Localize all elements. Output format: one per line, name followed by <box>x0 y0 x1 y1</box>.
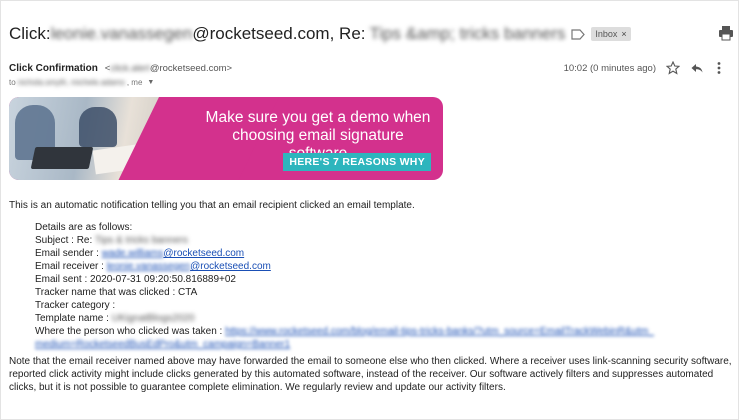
to-prefix: to <box>9 78 16 87</box>
more-vertical-icon[interactable] <box>712 61 726 75</box>
sender-email-link[interactable]: wade.williams@rocketseed.com <box>102 248 244 259</box>
chevron-down-icon[interactable]: ▼ <box>147 79 154 86</box>
banner-cta[interactable]: HERE'S 7 REASONS WHY <box>283 153 431 171</box>
sender-name[interactable]: Click Confirmation <box>9 63 98 74</box>
details-block: Details are as follows: Subject : Re: Ti… <box>35 221 654 351</box>
details-subject: Subject : Re: Tips & tricks banners <box>35 235 188 246</box>
details-clicked-destination-cont: medium=RocketseedBusEdPro&utm_campaign=B… <box>35 338 654 351</box>
inbox-label-chip[interactable]: Inbox × <box>591 27 631 41</box>
remove-label-icon[interactable]: × <box>621 29 626 39</box>
intro-text: This is an automatic notification tellin… <box>9 200 415 211</box>
sender-email: <click.alert@rocketseed.com> <box>104 63 233 74</box>
email-time: 10:02 (0 minutes ago) <box>563 63 656 74</box>
subject-recipient: leonie.vanassegen <box>50 24 193 43</box>
email-subject: Click: leonie.vanassegen @rocketseed.com… <box>9 24 631 44</box>
subject-row: Click: leonie.vanassegen @rocketseed.com… <box>9 21 734 47</box>
details-sent: Email sent : 2020-07-31 09:20:50.816889+… <box>35 274 236 285</box>
label-arrow-icon[interactable] <box>571 28 586 40</box>
subject-prefix: Click: <box>9 24 51 43</box>
details-receiver: Email receiver : leonie.vanassegen@rocke… <box>35 261 271 272</box>
sender-row: Click Confirmation <click.alert@rocketse… <box>9 60 734 77</box>
details-template: Template name : UKignatBlogs2020 <box>35 313 195 324</box>
print-icon[interactable] <box>718 25 734 41</box>
disclaimer-note: Note that the email receiver named above… <box>9 356 732 393</box>
details-sender: Email sender : wade.williams@rocketseed.… <box>35 248 245 259</box>
promo-banner[interactable]: Make sure you get a demo when choosing e… <box>9 97 443 180</box>
to-suffix: , me <box>126 78 143 87</box>
subject-title: Tips &amp; tricks banners <box>369 24 566 43</box>
inbox-label-text: Inbox <box>595 29 618 39</box>
details-heading: Details are as follows: <box>35 222 133 233</box>
details-tracker-name: Tracker name that was clicked : CTA <box>35 287 198 298</box>
receiver-email-link[interactable]: leonie.vanassegen@rocketseed.com <box>107 261 271 272</box>
subject-domain: @rocketseed.com, Re: <box>192 24 366 43</box>
email-view: Click: leonie.vanassegen @rocketseed.com… <box>0 0 739 420</box>
reply-icon[interactable] <box>690 61 704 75</box>
star-icon[interactable] <box>665 60 681 75</box>
recipients-row[interactable]: to nichola.smyth, michele.adams , me ▼ <box>9 78 154 87</box>
to-recipients: nichola.smyth, michele.adams <box>17 78 125 87</box>
clicked-url-link[interactable]: https://www.rocketseed.com/blog/email-ti… <box>225 326 654 337</box>
clicked-url-link-cont[interactable]: medium=RocketseedBusEdPro&utm_campaign=B… <box>35 339 290 350</box>
details-clicked-destination: Where the person who clicked was taken :… <box>35 326 654 337</box>
details-tracker-category: Tracker category : <box>35 300 116 311</box>
